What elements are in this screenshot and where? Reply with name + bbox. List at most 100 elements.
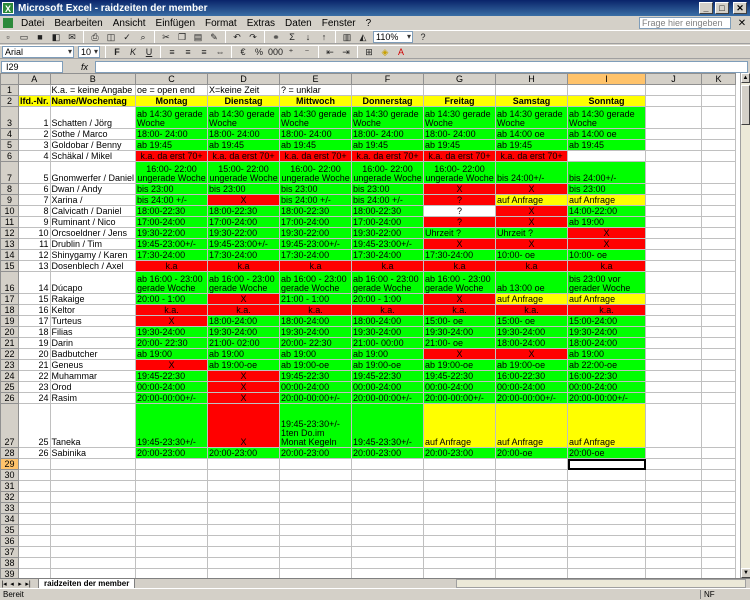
increase-indent-icon[interactable]: ⇥ [339,46,353,58]
cell[interactable]: ab 19:00 [567,348,647,360]
cell[interactable]: 7 [18,194,51,206]
cell[interactable]: k.a. da erst 70+ [495,150,569,162]
row-header[interactable]: 4 [0,128,19,140]
cell[interactable] [495,469,569,481]
cell[interactable] [645,150,703,162]
cell[interactable]: X [495,348,569,360]
cell[interactable]: 19 [18,337,51,349]
row-header[interactable]: 5 [0,139,19,151]
cell[interactable]: 17:30-24:00 [135,249,209,261]
cell[interactable] [351,568,425,578]
cell[interactable]: 17:30-24:00 [351,249,425,261]
cell[interactable]: 11 [18,238,51,250]
cell[interactable]: auf Anfrage [423,403,497,448]
row-header[interactable]: 19 [0,315,19,327]
cell[interactable]: X [567,238,647,250]
cell[interactable]: 19:30-22:00 [351,227,425,239]
cell[interactable] [495,458,569,470]
row-header[interactable]: 8 [0,183,19,195]
cell[interactable]: ab 14:30 gerade Woche [135,106,209,129]
cell[interactable]: X [567,227,647,239]
percent-icon[interactable]: % [252,46,266,58]
column-header[interactable]: D [207,73,281,85]
active-cell[interactable] [567,458,647,470]
cell[interactable]: 13 [18,260,51,272]
cell[interactable] [701,326,737,338]
cell[interactable] [18,480,51,492]
row-header[interactable]: 27 [0,403,19,448]
menu-help[interactable]: ? [361,18,377,29]
cell[interactable] [495,513,569,525]
cell[interactable] [18,491,51,503]
cell[interactable]: ab 19:45 [567,139,647,151]
underline-icon[interactable]: U [142,46,156,58]
cell[interactable]: ab 19:00 [135,348,209,360]
fx-icon[interactable]: fx [81,62,95,72]
cell[interactable]: 19:30-24:00 [135,326,209,338]
cell[interactable] [423,535,497,547]
cell[interactable]: auf Anfrage [495,403,569,448]
cell[interactable]: 19:30-24:00 [567,326,647,338]
cell[interactable]: ab 19:00-oe [495,359,569,371]
cell[interactable] [279,469,353,481]
cell[interactable] [49,524,137,536]
cell[interactable]: 18:00-22:30 [279,205,353,217]
close-button[interactable]: ✕ [733,2,747,14]
cell[interactable] [701,95,737,107]
cell[interactable]: auf Anfrage [495,194,569,206]
cell[interactable] [701,249,737,261]
cell[interactable]: 00:00-24:00 [495,381,569,393]
cell[interactable]: 17:00-24:00 [351,216,425,228]
row-header[interactable]: 17 [0,293,19,305]
cell[interactable]: ab 19:00-oe [423,359,497,371]
cell[interactable] [645,403,703,448]
cell[interactable]: Drublin / Tim [49,238,137,250]
cell[interactable] [645,535,703,547]
cell[interactable]: ab 14:30 gerade Woche [207,106,281,129]
cell[interactable] [645,370,703,382]
cell[interactable]: 3 [18,139,51,151]
cell[interactable]: 00:00-24:00 [279,381,353,393]
cell[interactable] [18,502,51,514]
scroll-down-icon[interactable]: ▼ [741,568,750,578]
cell[interactable] [49,535,137,547]
cell[interactable]: 20:00-23:00 [279,447,353,459]
cell[interactable]: ab 16:00 - 23:00 gerade Woche [207,271,281,294]
cell[interactable] [207,480,281,492]
merge-center-icon[interactable]: ⇔ [213,46,227,58]
cell[interactable]: 20:00-00:00+/- [495,392,569,404]
cell[interactable]: auf Anfrage [495,293,569,305]
cell[interactable]: Uhrzeit ? [495,227,569,239]
cell[interactable]: 15:00-24:00 [567,315,647,327]
cell[interactable] [645,227,703,239]
cell[interactable]: Freitag [423,95,497,107]
cell[interactable] [495,84,569,96]
cell[interactable]: 10 [18,227,51,239]
cell[interactable]: 20:00- 22:30 [135,337,209,349]
cell[interactable] [351,546,425,558]
cell[interactable]: ab 22:00-oe [567,359,647,371]
cell[interactable]: auf Anfrage [567,293,647,305]
cell[interactable]: 6 [18,183,51,195]
cell[interactable]: X [423,348,497,360]
cell[interactable]: 17:00-24:00 [135,216,209,228]
cell[interactable]: 15 [18,293,51,305]
row-header[interactable]: 3 [0,106,19,129]
row-header[interactable]: 11 [0,216,19,228]
cell[interactable] [645,315,703,327]
cell[interactable]: X [207,194,281,206]
cell[interactable]: 15:00- oe [423,315,497,327]
cell[interactable] [279,513,353,525]
cell[interactable] [645,106,703,129]
cell[interactable] [701,557,737,569]
cell[interactable]: 18:00- 24:00 [135,128,209,140]
cell[interactable]: 15:00- oe [495,315,569,327]
cell[interactable]: 20:00-23:00 [423,447,497,459]
cell[interactable] [645,491,703,503]
cell[interactable] [701,183,737,195]
cell[interactable] [567,524,647,536]
cell[interactable]: 21:00 - 1:00 [279,293,353,305]
formula-input[interactable] [95,60,748,73]
cell[interactable]: ab 19:45 [423,139,497,151]
cell[interactable]: auf Anfrage [567,194,647,206]
